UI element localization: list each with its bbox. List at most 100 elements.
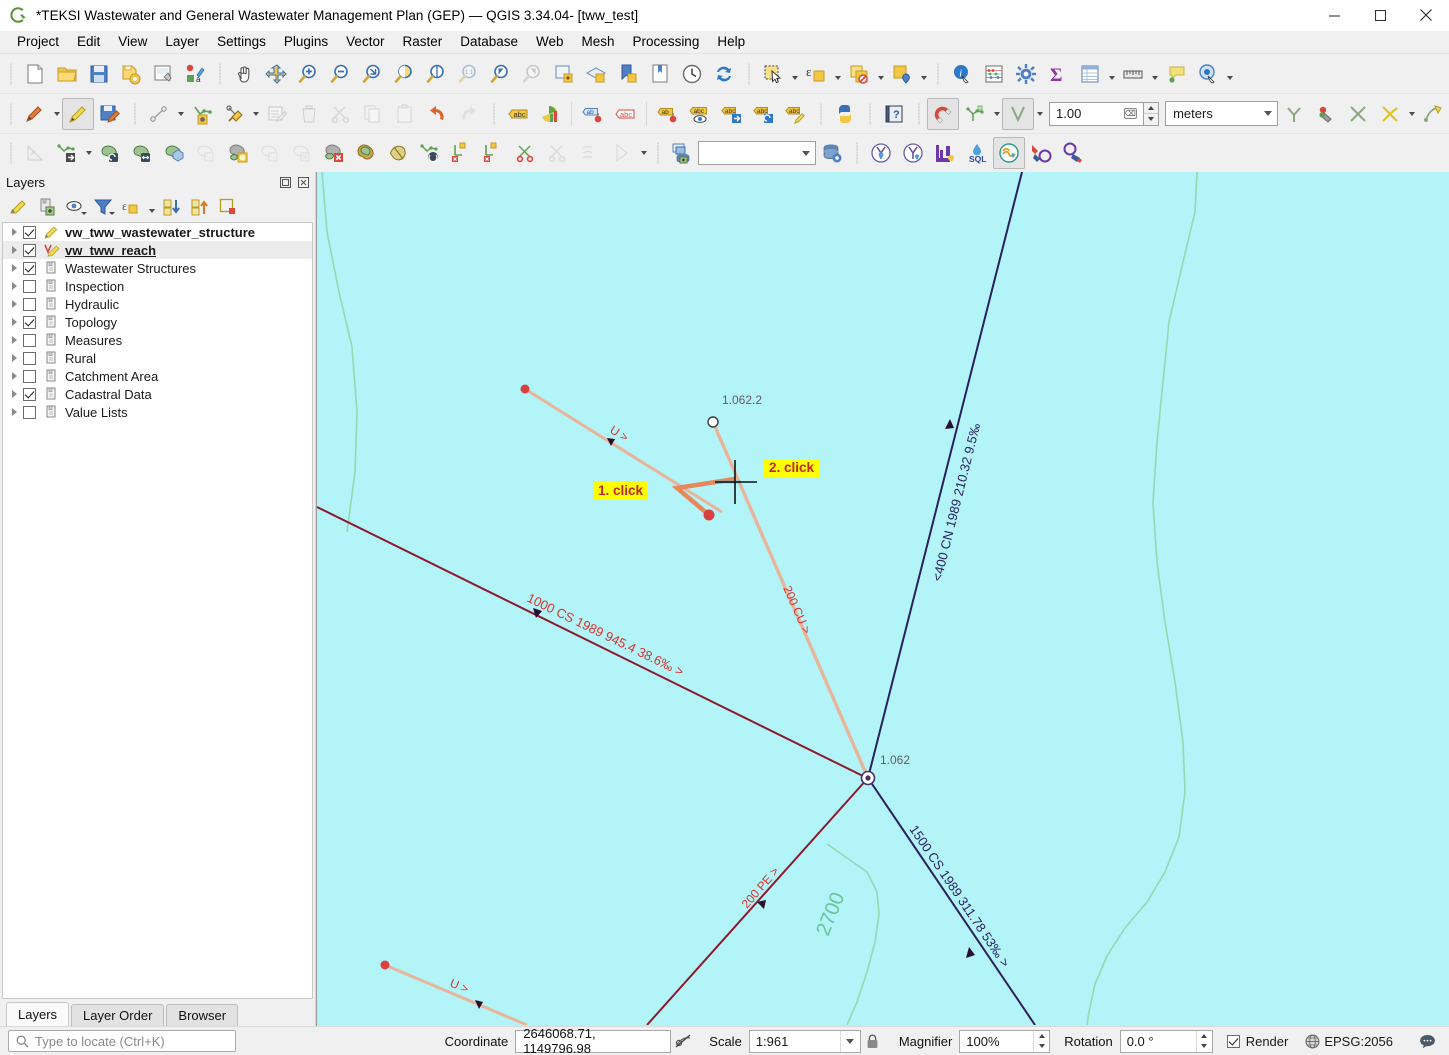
measure-dropdown-icon[interactable]: [1149, 58, 1160, 90]
map-tips-icon[interactable]: [1160, 58, 1192, 90]
zoom-full-icon[interactable]: [356, 58, 388, 90]
filter-legend-expression-dropdown-icon[interactable]: [146, 194, 157, 220]
tab-layer-order[interactable]: Layer Order: [71, 1004, 165, 1026]
collapse-all-icon[interactable]: [187, 194, 213, 220]
zoom-to-selection-icon[interactable]: [388, 58, 420, 90]
toolbar-handle[interactable]: [816, 101, 825, 127]
identify-results-dropdown-icon[interactable]: [918, 58, 929, 90]
layer-row[interactable]: Inspection: [3, 277, 312, 295]
delete-part-icon[interactable]: [286, 137, 318, 169]
open-layer-styling-panel-icon[interactable]: [6, 194, 32, 220]
render-checkbox[interactable]: [1226, 1034, 1240, 1048]
snapping-tolerance-stepper[interactable]: [1142, 101, 1160, 126]
filter-legend-icon[interactable]: [90, 194, 116, 220]
toolbar-handle[interactable]: [130, 101, 139, 127]
options-gear-icon[interactable]: [1010, 58, 1042, 90]
layer-row[interactable]: Value Lists: [3, 403, 312, 421]
enable-snapping-icon[interactable]: [927, 97, 959, 130]
chevron-down-icon[interactable]: [1259, 102, 1277, 125]
chevron-right-icon[interactable]: [5, 295, 23, 313]
layer-row[interactable]: Cadastral Data: [3, 385, 312, 403]
menu-view[interactable]: View: [109, 32, 156, 52]
toolbar-handle[interactable]: [215, 61, 224, 87]
toolbar-handle[interactable]: [744, 61, 753, 87]
tww-connect-icon[interactable]: [993, 137, 1025, 169]
layer-visibility-checkbox[interactable]: [23, 405, 36, 419]
search-input[interactable]: Type to locate (Ctrl+K): [8, 1030, 236, 1052]
merge-features-icon[interactable]: [446, 137, 478, 169]
chevron-down-icon[interactable]: [797, 142, 815, 165]
python-console-icon[interactable]: [829, 98, 861, 130]
toolbar-handle[interactable]: [6, 101, 15, 127]
menu-database[interactable]: Database: [451, 32, 527, 52]
change-label-icon[interactable]: abc: [780, 98, 812, 130]
toolbar-handle[interactable]: [6, 140, 15, 166]
expand-all-icon[interactable]: [159, 194, 185, 220]
chevron-right-icon[interactable]: [5, 385, 23, 403]
add-feature-icon[interactable]: [143, 98, 175, 130]
reshape-features-icon[interactable]: [318, 137, 350, 169]
minimize-icon[interactable]: [1311, 0, 1357, 31]
diagram-icon[interactable]: [534, 98, 566, 130]
chevron-right-icon[interactable]: [5, 403, 23, 421]
layer-row[interactable]: Wastewater Structures: [3, 259, 312, 277]
pan-map-icon[interactable]: [228, 58, 260, 90]
delete-selected-icon[interactable]: [293, 98, 325, 130]
render-toggle[interactable]: Render: [1226, 1034, 1288, 1049]
tww-wizard-icon[interactable]: [865, 137, 897, 169]
snapping-mode-dropdown-icon[interactable]: [1034, 98, 1045, 130]
zoom-in-icon[interactable]: [292, 58, 324, 90]
measure-line-icon[interactable]: [1117, 58, 1149, 90]
filter-legend-by-expression-icon[interactable]: ε: [118, 194, 144, 220]
vertex-tool-icon[interactable]: [186, 98, 218, 130]
identify-features-icon[interactable]: i: [946, 58, 978, 90]
layer-row[interactable]: vw_tww_reach: [3, 241, 312, 259]
snapping-tolerance-input[interactable]: 1.00 ⌫: [1049, 101, 1143, 126]
rotation-stepper[interactable]: 0.0 °: [1119, 1029, 1213, 1053]
offset-point-symbol-icon[interactable]: [542, 137, 574, 169]
toggle-editing-icon[interactable]: [62, 97, 94, 130]
layer-row[interactable]: vw_tww_wastewater_structure: [3, 223, 312, 241]
identify-results-icon[interactable]: [886, 58, 918, 90]
menu-settings[interactable]: Settings: [208, 32, 275, 52]
layer-visibility-checkbox[interactable]: [23, 333, 36, 347]
split-parts-icon[interactable]: [414, 137, 446, 169]
zoom-native-icon[interactable]: 1:1: [452, 58, 484, 90]
menu-mesh[interactable]: Mesh: [573, 32, 624, 52]
measure-abacus-icon[interactable]: [978, 58, 1010, 90]
modify-attributes-icon[interactable]: [261, 98, 293, 130]
layer-row[interactable]: Rural: [3, 349, 312, 367]
add-group-icon[interactable]: [34, 194, 60, 220]
new-shapefile-layer-icon[interactable]: [666, 137, 698, 169]
crs-globe-icon[interactable]: [1300, 1034, 1324, 1049]
intersection-snapping-dropdown-icon[interactable]: [1406, 98, 1417, 130]
lock-scale-icon[interactable]: [861, 1034, 885, 1049]
messages-icon[interactable]: [1415, 1034, 1439, 1049]
snapping-options-dropdown-icon[interactable]: [991, 98, 1002, 130]
deselect-features-icon[interactable]: [843, 58, 875, 90]
help-contents-icon[interactable]: ?: [878, 98, 910, 130]
toolbar-handle[interactable]: [914, 101, 923, 127]
add-part-icon[interactable]: [190, 137, 222, 169]
select-features-icon[interactable]: [757, 58, 789, 90]
close-icon[interactable]: [1403, 0, 1449, 31]
split-features-icon[interactable]: [382, 137, 414, 169]
layer-visibility-checkbox[interactable]: [23, 297, 36, 311]
show-hide-labels-icon[interactable]: abc: [609, 98, 641, 130]
menu-help[interactable]: Help: [708, 32, 754, 52]
measure-angle-icon[interactable]: [19, 137, 51, 169]
tww-wizard2-icon[interactable]: [897, 137, 929, 169]
map-canvas[interactable]: 1.062.2 1.062 U > 200 CU > 1000 CS 1989 …: [316, 172, 1449, 1026]
toolbar-handle[interactable]: [6, 61, 15, 87]
layer-row[interactable]: Catchment Area: [3, 367, 312, 385]
layer-row[interactable]: Hydraulic: [3, 295, 312, 313]
menu-web[interactable]: Web: [527, 32, 573, 52]
digitize-with-shape-icon[interactable]: [218, 98, 250, 130]
layer-visibility-checkbox[interactable]: [23, 369, 36, 383]
new-print-layout-icon[interactable]: [147, 58, 179, 90]
new-3d-map-view-icon[interactable]: [580, 58, 612, 90]
toolbar-handle[interactable]: [653, 140, 662, 166]
avoid-overlap-icon[interactable]: [1278, 98, 1310, 130]
toolbar-handle[interactable]: [933, 61, 942, 87]
show-bookmarks-icon[interactable]: [644, 58, 676, 90]
